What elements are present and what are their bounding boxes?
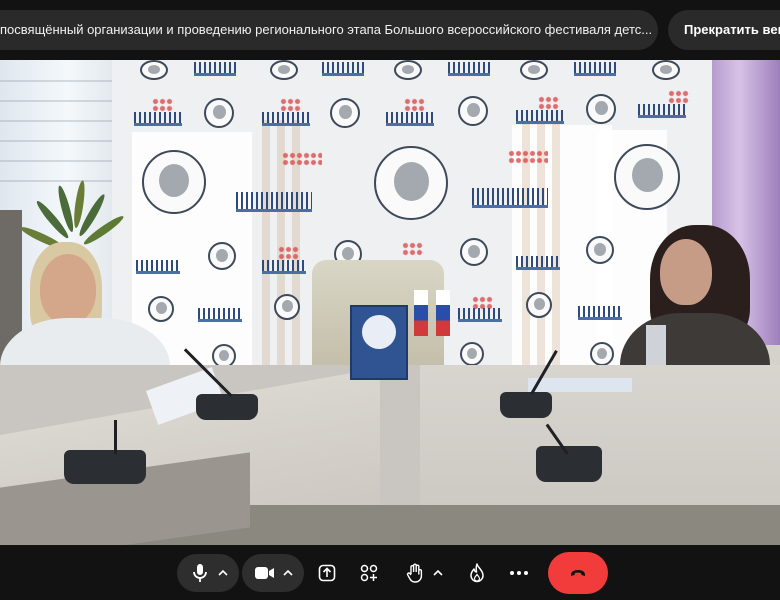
papers-right	[528, 378, 632, 392]
screen-share-icon	[318, 564, 336, 582]
chevron-up-icon	[283, 570, 293, 576]
chevron-up-icon	[218, 570, 228, 576]
call-toolbar	[0, 545, 780, 600]
end-call-button[interactable]	[548, 552, 608, 594]
more-options-button[interactable]	[500, 554, 538, 592]
raise-hand-icon	[406, 563, 423, 583]
apps-button[interactable]	[350, 554, 388, 592]
chevron-up-icon	[433, 570, 443, 576]
screen-share-button[interactable]	[308, 554, 346, 592]
flag	[436, 290, 450, 336]
reactions-button[interactable]	[458, 554, 496, 592]
phone-hangup-icon	[571, 570, 585, 576]
conference-title[interactable]: посвящённый организации и проведению рег…	[0, 10, 658, 50]
microphone-icon	[193, 564, 207, 582]
office-plant	[18, 170, 126, 252]
flag	[414, 290, 428, 336]
top-bar: посвящённый организации и проведению рег…	[0, 0, 780, 60]
stop-broadcast-label: Прекратить веш	[684, 22, 780, 37]
hand-options-caret[interactable]	[427, 554, 449, 592]
conference-title-text: посвящённый организации и проведению рег…	[0, 22, 653, 37]
video-stream	[0, 0, 780, 545]
camera-icon	[255, 567, 274, 579]
mic-options-caret[interactable]	[212, 554, 234, 592]
desk-sign	[350, 305, 408, 380]
stop-broadcast-button[interactable]: Прекратить веш	[668, 10, 780, 50]
fire-reaction-icon	[470, 563, 484, 583]
more-dots-icon	[510, 571, 528, 575]
camera-options-caret[interactable]	[277, 554, 299, 592]
add-apps-icon	[360, 564, 378, 582]
